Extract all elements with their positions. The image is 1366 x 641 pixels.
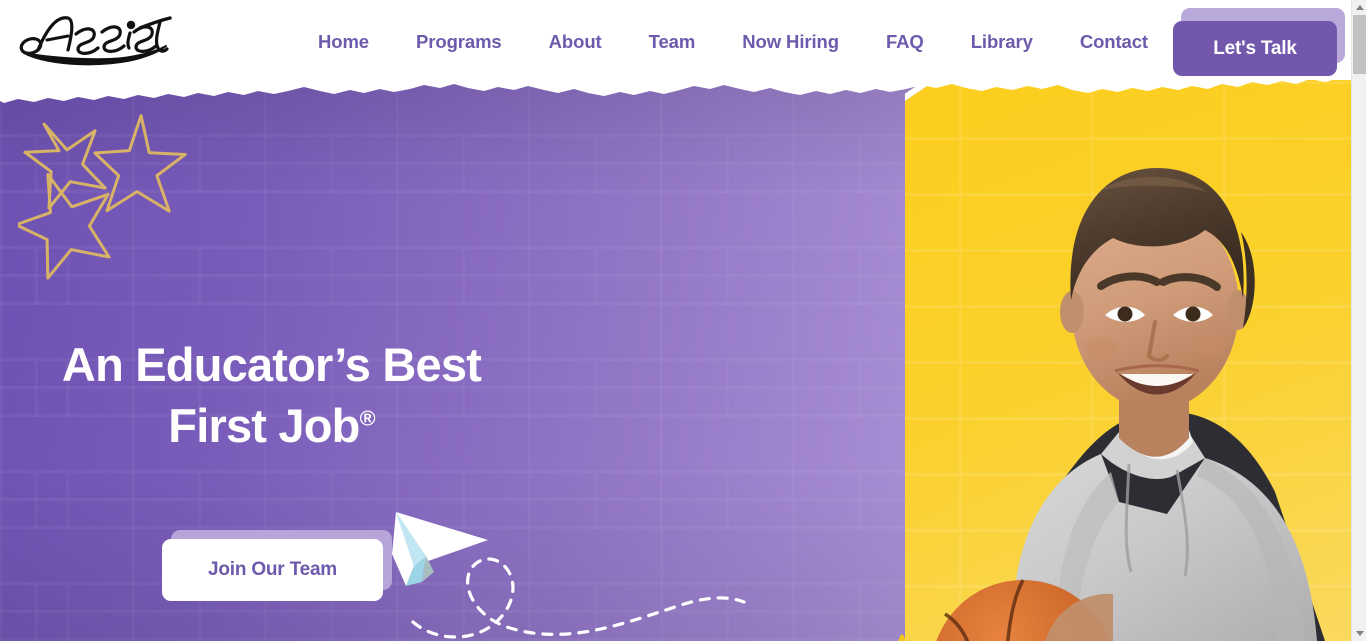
hero-copy: An Educator’s Best First Job® Join Our T… xyxy=(34,334,509,601)
nav-link-team[interactable]: Team xyxy=(649,31,696,53)
nav-link-about[interactable]: About xyxy=(549,31,602,53)
trademark-symbol: ® xyxy=(359,405,376,431)
main-nav-links: Home Programs About Team Now Hiring FAQ … xyxy=(318,27,1148,57)
hero-cta-wrapper: Join Our Team xyxy=(162,530,394,602)
paper-plane-decoration xyxy=(378,492,778,641)
chevron-down-icon xyxy=(1355,631,1364,636)
nav-link-faq[interactable]: FAQ xyxy=(886,31,924,53)
nav-link-contact[interactable]: Contact xyxy=(1080,31,1148,53)
page-title: An Educator’s Best First Job® xyxy=(34,334,509,456)
nav-link-programs[interactable]: Programs xyxy=(416,31,502,53)
nav-link-library[interactable]: Library xyxy=(971,31,1033,53)
nav-link-home[interactable]: Home xyxy=(318,31,369,53)
top-navigation-bar: Home Programs About Team Now Hiring FAQ … xyxy=(0,0,1351,80)
page-root: An Educator’s Best First Job® Join Our T… xyxy=(0,0,1351,641)
chevron-up-icon xyxy=(1355,5,1364,10)
lets-talk-button[interactable]: Let's Talk xyxy=(1173,21,1337,76)
scroll-up-arrow[interactable] xyxy=(1352,0,1366,15)
star-icon xyxy=(898,634,906,641)
join-our-team-button[interactable]: Join Our Team xyxy=(162,539,383,601)
hero-photo xyxy=(905,72,1351,641)
vertical-scrollbar[interactable] xyxy=(1351,0,1366,641)
hero-section: An Educator’s Best First Job® Join Our T… xyxy=(0,72,1351,641)
scroll-down-arrow[interactable] xyxy=(1352,626,1366,641)
nav-link-now-hiring[interactable]: Now Hiring xyxy=(742,31,839,53)
paper-plane-icon xyxy=(392,512,488,586)
lets-talk-wrapper: Let's Talk xyxy=(1173,8,1345,76)
basketball-stars-decoration xyxy=(828,608,1028,641)
decorative-stars xyxy=(14,94,218,284)
plane-trail xyxy=(411,557,746,639)
site-logo[interactable] xyxy=(14,6,174,68)
scroll-thumb[interactable] xyxy=(1353,15,1366,74)
hero-title-line1: An Educator’s Best xyxy=(61,338,482,391)
hero-title-line2: First Job xyxy=(168,399,360,453)
